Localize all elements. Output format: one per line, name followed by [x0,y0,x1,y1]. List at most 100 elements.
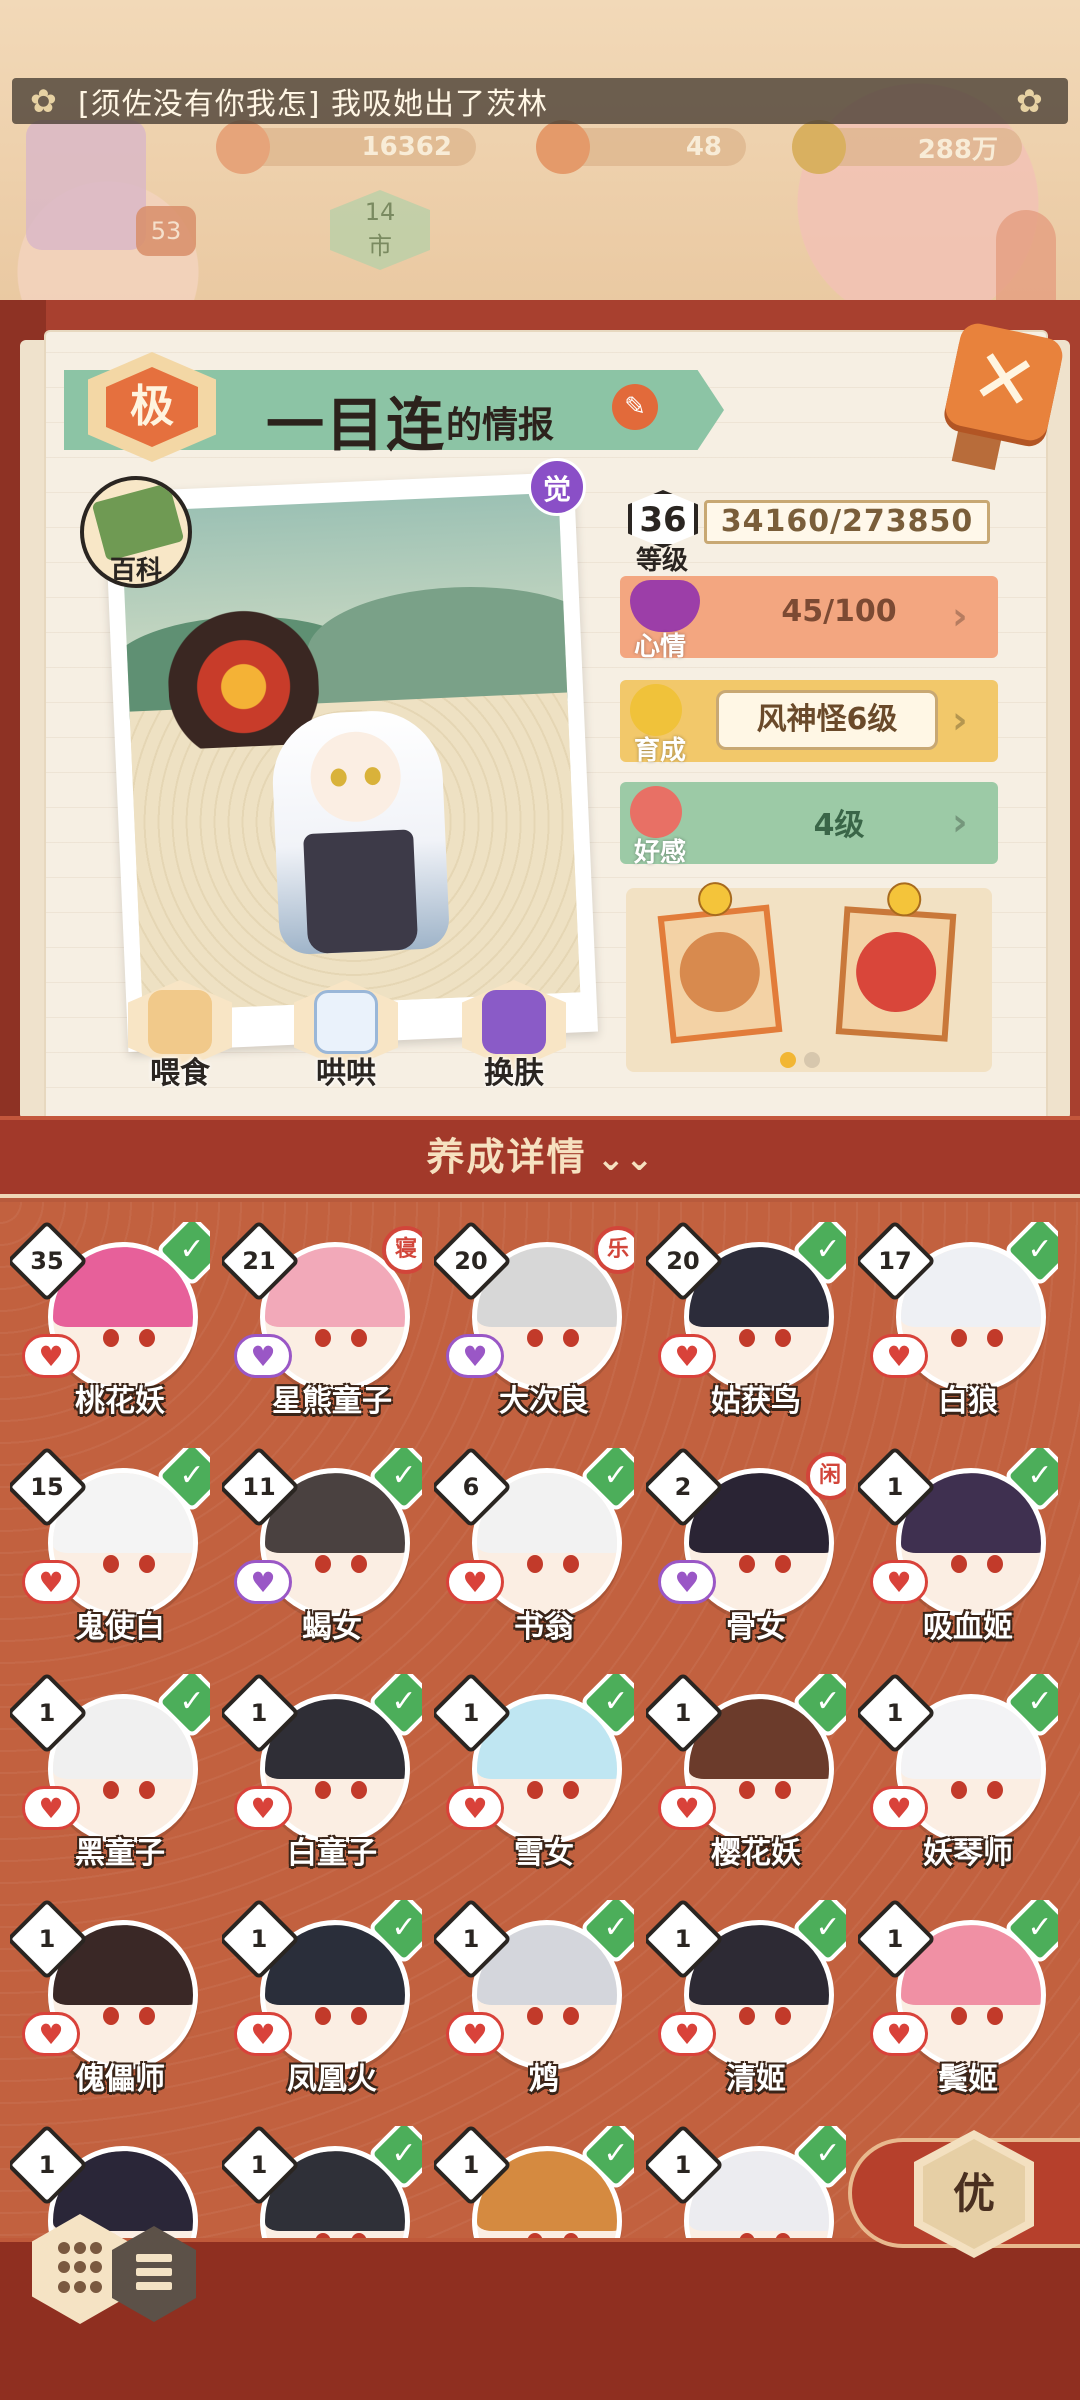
eye-shape [775,1781,791,1799]
gift-daruma-frame[interactable] [835,881,957,1042]
shikigami-card[interactable]: 1 ✓ ♥ 鬓姬 [858,1900,1058,2100]
heart-icon: ♥ [870,1560,928,1604]
shikigami-card[interactable]: 1 ✓ ♥ 白童子 [222,1674,422,1874]
flower-icon [630,786,682,838]
coin-counter[interactable]: 288万 [792,120,1022,174]
card-level: 11 [242,1473,276,1501]
resource-row: 16362 48 288万 [0,120,1080,174]
shikigami-card[interactable]: 1 ✓ ♥ 黑童子 [10,1674,210,1874]
gift-food-frame[interactable] [657,880,783,1044]
skin-icon [482,990,546,1054]
card-name: 黑童子 [75,1836,165,1871]
eye-shape [103,2007,119,2025]
shikigami-card[interactable]: 15 ✓ ♥ 鬼使白 [10,1448,210,1648]
card-name: 书翁 [514,1610,574,1645]
shikigami-card[interactable]: 1 ✓ [646,2126,846,2238]
heart-icon: ♥ [870,2012,928,2056]
card-level: 1 [462,2151,480,2179]
skin-label: 换肤 [484,1056,544,1091]
heart-icon: ♥ [870,1786,928,1830]
shikigami-card[interactable]: 1 ✓ ♥ 凤凰火 [222,1900,422,2100]
shikigami-card[interactable]: 1 ✓ ♥ 樱花妖 [646,1674,846,1874]
jade-counter[interactable]: 48 [536,120,746,174]
shikigami-card[interactable]: 1 ✓ ♥ 清姬 [646,1900,846,2100]
gold-counter[interactable]: 16362 [216,120,476,174]
card-level: 35 [30,1247,64,1275]
mood-value: 45/100 [781,594,897,629]
card-name: 桃花妖 [75,1384,165,1419]
mood-row[interactable]: 心情 45/100 › [620,576,998,662]
jade-value: 48 [685,132,722,162]
city-label: 14 市 [364,198,396,260]
edit-icon[interactable]: ✎ [612,384,658,430]
heart-icon: ♥ [22,1560,80,1604]
card-name: 吸血姬 [923,1610,1013,1645]
heart-icon: ♥ [658,1786,716,1830]
feed-label: 喂食 [150,1056,210,1091]
shikigami-card[interactable]: 6 ✓ ♥ 书翁 [434,1448,634,1648]
eye-shape [987,2007,1003,2025]
card-level: 1 [250,1925,268,1953]
shikigami-card[interactable]: 1 [10,2126,210,2238]
heart-icon: ♥ [446,1334,504,1378]
eye-shape [351,1555,367,1573]
daruma-icon [853,929,939,1015]
close-button[interactable]: ✕ [942,320,1066,444]
shikigami-card[interactable]: 35 ✓ ♥ 桃花妖 [10,1222,210,1422]
skin-button[interactable]: 换肤 [458,980,570,1091]
growth-row[interactable]: 育成 风神怪6级 › [620,680,998,766]
favor-label: 好感 [634,838,687,868]
milk-icon [314,990,378,1054]
eye-shape [951,1781,967,1799]
favor-row[interactable]: 好感 4级 › [620,782,998,868]
shikigami-card[interactable]: 1 ✓ ♥ 吸血姬 [858,1448,1058,1648]
eye-shape [527,1781,543,1799]
shikigami-card[interactable]: 11 ✓ ♥ 蝎女 [222,1448,422,1648]
card-level: 1 [674,1925,692,1953]
eye-shape [987,1781,1003,1799]
shikigami-name: 一目连 [266,391,447,459]
heart-icon: ♥ [234,2012,292,2056]
shikigami-card[interactable]: 1 ✓ ♥ 妖琴师 [858,1674,1058,1874]
chat-bar[interactable]: ✿ [须佐没有你我怎] 我吸她出了茨林 ✿ [12,78,1068,124]
feed-button[interactable]: 喂食 [124,980,236,1091]
card-name: 星熊童子 [272,1384,392,1419]
coin-value: 288万 [917,134,998,165]
shikigami-card[interactable]: 21 寝 ♥ 星熊童子 [222,1222,422,1422]
encyclopedia-button[interactable]: 百科 [80,476,192,588]
card-name: 白狼 [938,1384,998,1419]
shikigami-card[interactable]: 1 ✓ ♥ 鸩 [434,1900,634,2100]
awaken-badge: 觉 [528,458,586,516]
card-name: 蝎女 [302,1610,362,1645]
shikigami-card[interactable]: 1 ✓ [434,2126,634,2238]
heart-icon [630,580,700,632]
card-level: 1 [886,1473,904,1501]
shikigami-card[interactable]: 1 ✓ [222,2126,422,2238]
detail-toggle[interactable]: 养成详情 ⌄⌄ [0,1116,1080,1198]
shikigami-card[interactable]: 20 乐 ♥ 大次良 [434,1222,634,1422]
shikigami-card[interactable]: 17 ✓ ♥ 白狼 [858,1222,1058,1422]
card-level: 2 [674,1473,692,1501]
card-level: 21 [242,1247,276,1275]
eye-shape [527,1329,543,1347]
card-name: 鬓姬 [938,2062,998,2097]
shikigami-card[interactable]: 1 ♥ 傀儡师 [10,1900,210,2100]
shikigami-card[interactable]: 20 ✓ ♥ 姑获鸟 [646,1222,846,1422]
comfort-button[interactable]: 哄哄 [290,980,402,1091]
status-badge: 寝 [382,1226,422,1274]
detail-label: 养成详情 [426,1135,587,1179]
gold-icon [216,120,270,174]
shikigami-card[interactable]: 1 ✓ ♥ 雪女 [434,1674,634,1874]
shikigami-card[interactable]: 2 闲 ♥ 骨女 [646,1448,846,1648]
favor-value: 4级 [813,808,865,843]
eye-shape [563,2007,579,2025]
coin-icon [792,120,846,174]
mood-label: 心情 [634,632,687,662]
eye-shape [563,1781,579,1799]
player-level: 53 [136,206,196,256]
heart-icon: ♥ [234,1560,292,1604]
card-name: 白童子 [287,1836,377,1871]
card-level: 20 [454,1247,488,1275]
heart-icon: ♥ [234,1786,292,1830]
eye-shape [563,1329,579,1347]
